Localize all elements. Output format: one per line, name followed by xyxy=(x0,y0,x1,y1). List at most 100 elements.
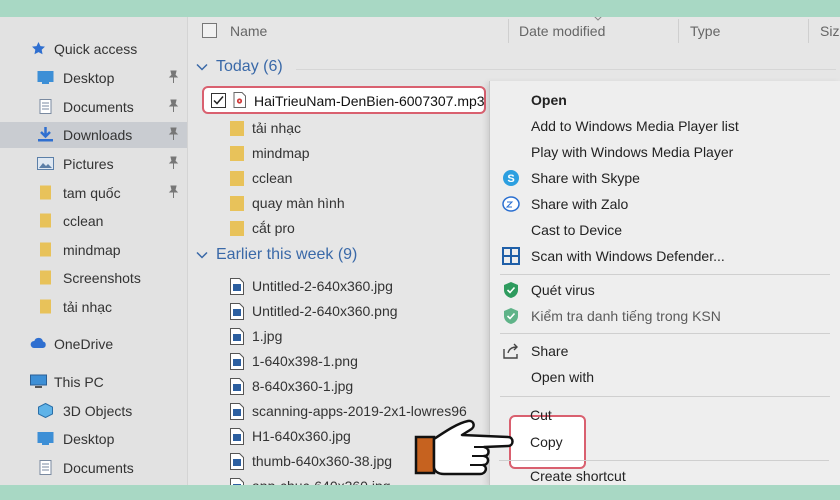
pin-icon xyxy=(168,99,179,112)
file-name: 8-640x360-1.jpg xyxy=(252,378,354,394)
folder-icon xyxy=(230,195,244,212)
date-column-header[interactable]: Date modified xyxy=(519,23,605,39)
image-file-icon xyxy=(230,278,244,295)
folder-icon xyxy=(40,242,51,257)
menu-item-add-to-wmp-list[interactable]: Add to Windows Media Player list xyxy=(490,113,840,139)
menu-item-cut[interactable]: Cut xyxy=(489,402,840,428)
folder-icon xyxy=(230,120,244,137)
select-all-checkbox[interactable] xyxy=(202,23,217,38)
menu-item-share[interactable]: Share xyxy=(490,338,840,364)
menu-item-open[interactable]: Open xyxy=(490,87,840,113)
row-checkbox[interactable] xyxy=(211,93,226,108)
image-file-icon xyxy=(230,353,244,370)
sidebar-item-mindmap[interactable]: mindmap xyxy=(0,237,187,263)
list-item[interactable]: cclean xyxy=(200,166,490,191)
menu-item-cast-to-device[interactable]: Cast to Device xyxy=(490,217,840,243)
column-divider[interactable] xyxy=(808,19,809,43)
selected-file-row[interactable]: HaiTrieuNam-DenBien-6007307.mp3 xyxy=(202,86,486,114)
folder-icon xyxy=(230,220,244,237)
sidebar-item-this-pc[interactable]: This PC xyxy=(0,369,187,395)
file-name: 1-640x398-1.png xyxy=(252,353,358,369)
column-divider[interactable] xyxy=(678,19,679,43)
sidebar-item-cclean[interactable]: cclean xyxy=(0,208,187,234)
sidebar-item-label: Desktop xyxy=(63,70,115,86)
sidebar-item-label: This PC xyxy=(54,374,104,390)
group-header-today[interactable]: Today (6) xyxy=(196,58,840,76)
file-name: thumb-640x360-38.jpg xyxy=(252,453,393,469)
sidebar-item-pictures[interactable]: Pictures xyxy=(0,151,187,177)
list-item[interactable]: 8-640x360-1.jpg xyxy=(200,374,500,399)
menu-item-ksn[interactable]: Kiểm tra danh tiếng trong KSN xyxy=(490,303,840,329)
group-title: Earlier this week (9) xyxy=(216,246,358,263)
menu-item-create-shortcut[interactable]: Create shortcut xyxy=(489,463,840,485)
size-column-header[interactable]: Size xyxy=(820,23,840,39)
image-file-icon xyxy=(230,328,244,345)
menu-item-play-with-wmp[interactable]: Play with Windows Media Player xyxy=(490,139,840,165)
sidebar-item-downloads[interactable]: Downloads xyxy=(0,122,187,148)
sidebar-item-onedrive[interactable]: OneDrive xyxy=(0,331,187,357)
menu-separator xyxy=(500,274,830,275)
menu-item-copy[interactable]: Copy xyxy=(489,429,840,455)
list-item[interactable]: Untitled-2-640x360.png xyxy=(200,299,500,324)
sidebar-item-label: Downloads xyxy=(63,127,133,143)
sidebar-item-pc-documents[interactable]: Documents xyxy=(0,455,187,481)
pin-icon xyxy=(168,127,179,140)
file-name: app-chuc-640x360.jpg xyxy=(252,478,391,485)
sidebar-item-pc-desktop[interactable]: Desktop xyxy=(0,426,187,452)
file-name: tải nhạc xyxy=(252,120,302,136)
menu-item-quet-virus[interactable]: Quét virus xyxy=(490,277,840,303)
pin-icon xyxy=(168,185,179,198)
menu-item-label: Share xyxy=(531,343,569,359)
sidebar-item-tam-quoc[interactable]: tam quốc xyxy=(0,180,187,206)
image-file-icon xyxy=(230,453,244,470)
pointing-hand-icon xyxy=(414,419,514,476)
image-file-icon xyxy=(230,303,244,320)
menu-separator xyxy=(500,333,830,334)
file-name: 1.jpg xyxy=(252,328,283,344)
sidebar-item-3d-objects[interactable]: 3D Objects xyxy=(0,398,187,424)
file-name: Untitled-2-640x360.png xyxy=(252,303,398,319)
list-item[interactable]: Untitled-2-640x360.jpg xyxy=(200,274,500,299)
menu-item-share-skype[interactable]: S Share with Skype xyxy=(490,165,840,191)
sidebar-item-quick-access[interactable]: Quick access xyxy=(0,36,187,62)
sidebar-item-screenshots[interactable]: Screenshots xyxy=(0,265,187,291)
3d-objects-icon xyxy=(38,403,53,418)
menu-item-label: Share with Skype xyxy=(531,170,640,186)
menu-item-label: Cut xyxy=(530,407,552,423)
list-item[interactable]: cắt pro xyxy=(200,216,490,241)
name-column-header[interactable]: Name xyxy=(230,23,267,39)
navigation-pane: Quick access Desktop Documents Downloads… xyxy=(0,17,188,485)
file-name: mindmap xyxy=(252,145,310,161)
image-file-icon xyxy=(230,478,244,485)
menu-item-open-with[interactable]: Open with xyxy=(490,364,840,390)
sidebar-item-label: Pictures xyxy=(63,156,114,172)
kaspersky-shield-icon xyxy=(504,308,518,324)
group-divider xyxy=(296,69,836,70)
list-item[interactable]: 1.jpg xyxy=(200,324,500,349)
list-item[interactable]: 1-640x398-1.png xyxy=(200,349,500,374)
folder-icon xyxy=(230,170,244,187)
list-item[interactable]: mindmap xyxy=(200,141,490,166)
computer-icon xyxy=(30,374,47,388)
column-divider[interactable] xyxy=(508,19,509,43)
sort-arrow-icon xyxy=(594,17,602,21)
list-item[interactable]: quay màn hình xyxy=(200,191,490,216)
folder-icon xyxy=(40,213,51,228)
sidebar-item-desktop[interactable]: Desktop xyxy=(0,65,187,91)
menu-item-label: Quét virus xyxy=(531,282,595,298)
sidebar-item-label: Quick access xyxy=(54,41,138,57)
menu-item-share-zalo[interactable]: Share with Zalo xyxy=(490,191,840,217)
menu-item-scan-defender[interactable]: Scan with Windows Defender... xyxy=(490,243,840,269)
sidebar-item-label: tải nhạc xyxy=(63,299,113,315)
menu-item-label: Copy xyxy=(530,434,563,450)
sidebar-item-label: Desktop xyxy=(63,431,115,447)
list-item[interactable]: tải nhạc xyxy=(200,116,490,141)
sidebar-item-documents[interactable]: Documents xyxy=(0,94,187,120)
file-name: quay màn hình xyxy=(252,195,345,211)
type-column-header[interactable]: Type xyxy=(690,23,720,39)
file-explorer-window: Quick access Desktop Documents Downloads… xyxy=(0,17,840,485)
group-header-earlier[interactable]: Earlier this week (9) xyxy=(196,246,486,264)
sidebar-item-tai-nhac[interactable]: tải nhạc xyxy=(0,294,187,320)
image-file-icon xyxy=(230,403,244,420)
sidebar-item-label: 3D Objects xyxy=(63,403,133,419)
